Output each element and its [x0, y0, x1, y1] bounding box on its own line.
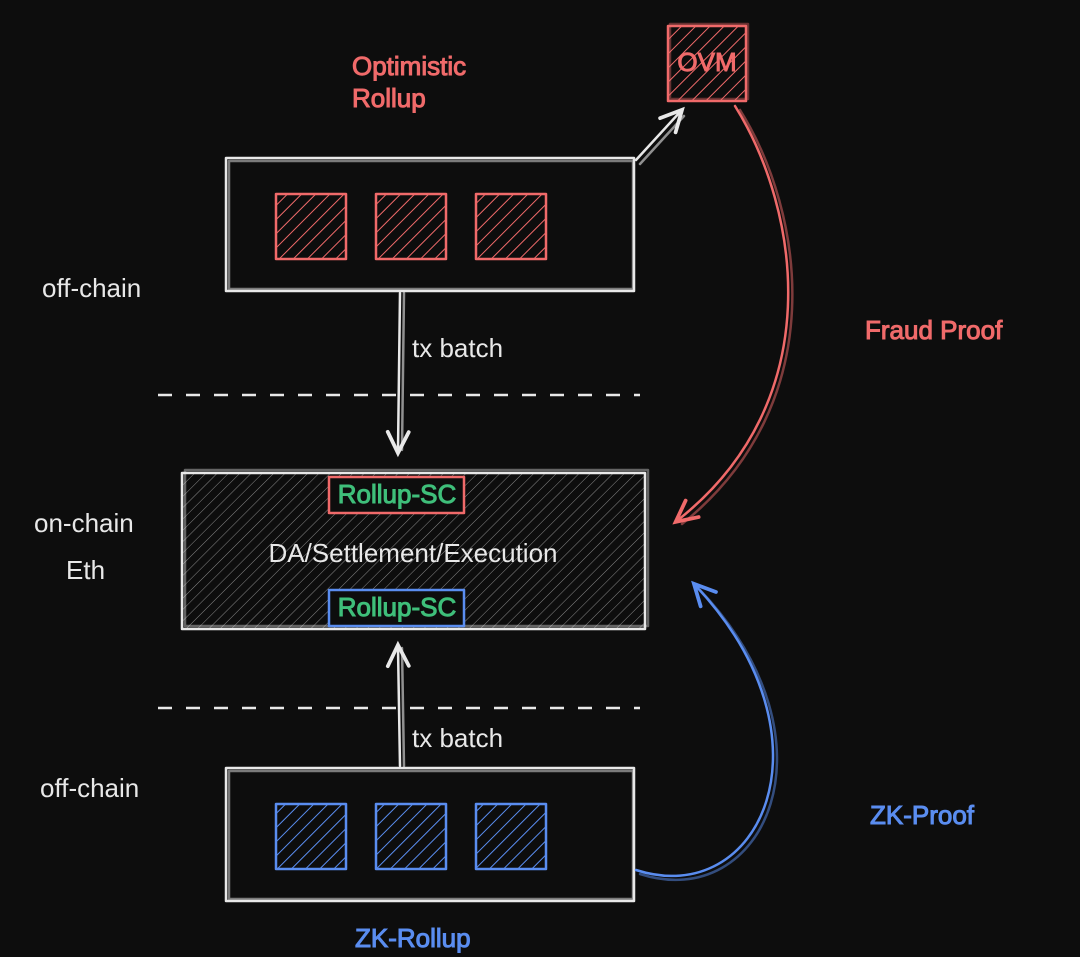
rollup-architecture-diagram: Optimistic Rollup off-chain OVM tx batch… [0, 0, 1080, 957]
rollup-sc-bottom-label: Rollup-SC [338, 592, 457, 622]
rollup-sc-top: Rollup-SC [329, 477, 464, 513]
fraud-proof-arrow [678, 106, 792, 524]
zk-tx-block [376, 804, 446, 869]
arrow-txbatch-bottom [398, 648, 404, 766]
arrow-txbatch-top [398, 293, 404, 450]
label-txbatch-bottom: tx batch [412, 723, 503, 753]
rollup-sc-bottom: Rollup-SC [329, 590, 464, 626]
zk-tx-block [276, 804, 346, 869]
rollup-sc-top-label: Rollup-SC [338, 479, 457, 509]
eth-settlement-box: Rollup-SC DA/Settlement/Execution Rollup… [182, 470, 648, 629]
optimistic-rollup-title: Optimistic [352, 51, 466, 81]
optimistic-rollup-title-line2: Rollup [352, 83, 426, 113]
label-txbatch-top: tx batch [412, 333, 503, 363]
eth-label: Eth [66, 555, 105, 585]
zk-proof-label: ZK-Proof [870, 800, 975, 830]
off-chain-label-bottom: off-chain [40, 773, 139, 803]
optimistic-rollup-container [226, 158, 634, 291]
eth-main-label: DA/Settlement/Execution [268, 538, 557, 568]
ovm-label: OVM [677, 47, 736, 77]
optimistic-tx-block [276, 194, 346, 259]
arrow-optimistic-to-ovm [636, 112, 684, 164]
optimistic-tx-block [376, 194, 446, 259]
zk-tx-block [476, 804, 546, 869]
on-chain-label: on-chain [34, 508, 134, 538]
fraud-proof-label: Fraud Proof [865, 315, 1003, 345]
ovm-box: OVM [668, 24, 748, 101]
off-chain-label-top: off-chain [42, 273, 141, 303]
zk-proof-arrow [636, 586, 777, 880]
zk-rollup-title: ZK-Rollup [355, 923, 471, 953]
zk-rollup-container [226, 768, 634, 901]
optimistic-tx-block [476, 194, 546, 259]
